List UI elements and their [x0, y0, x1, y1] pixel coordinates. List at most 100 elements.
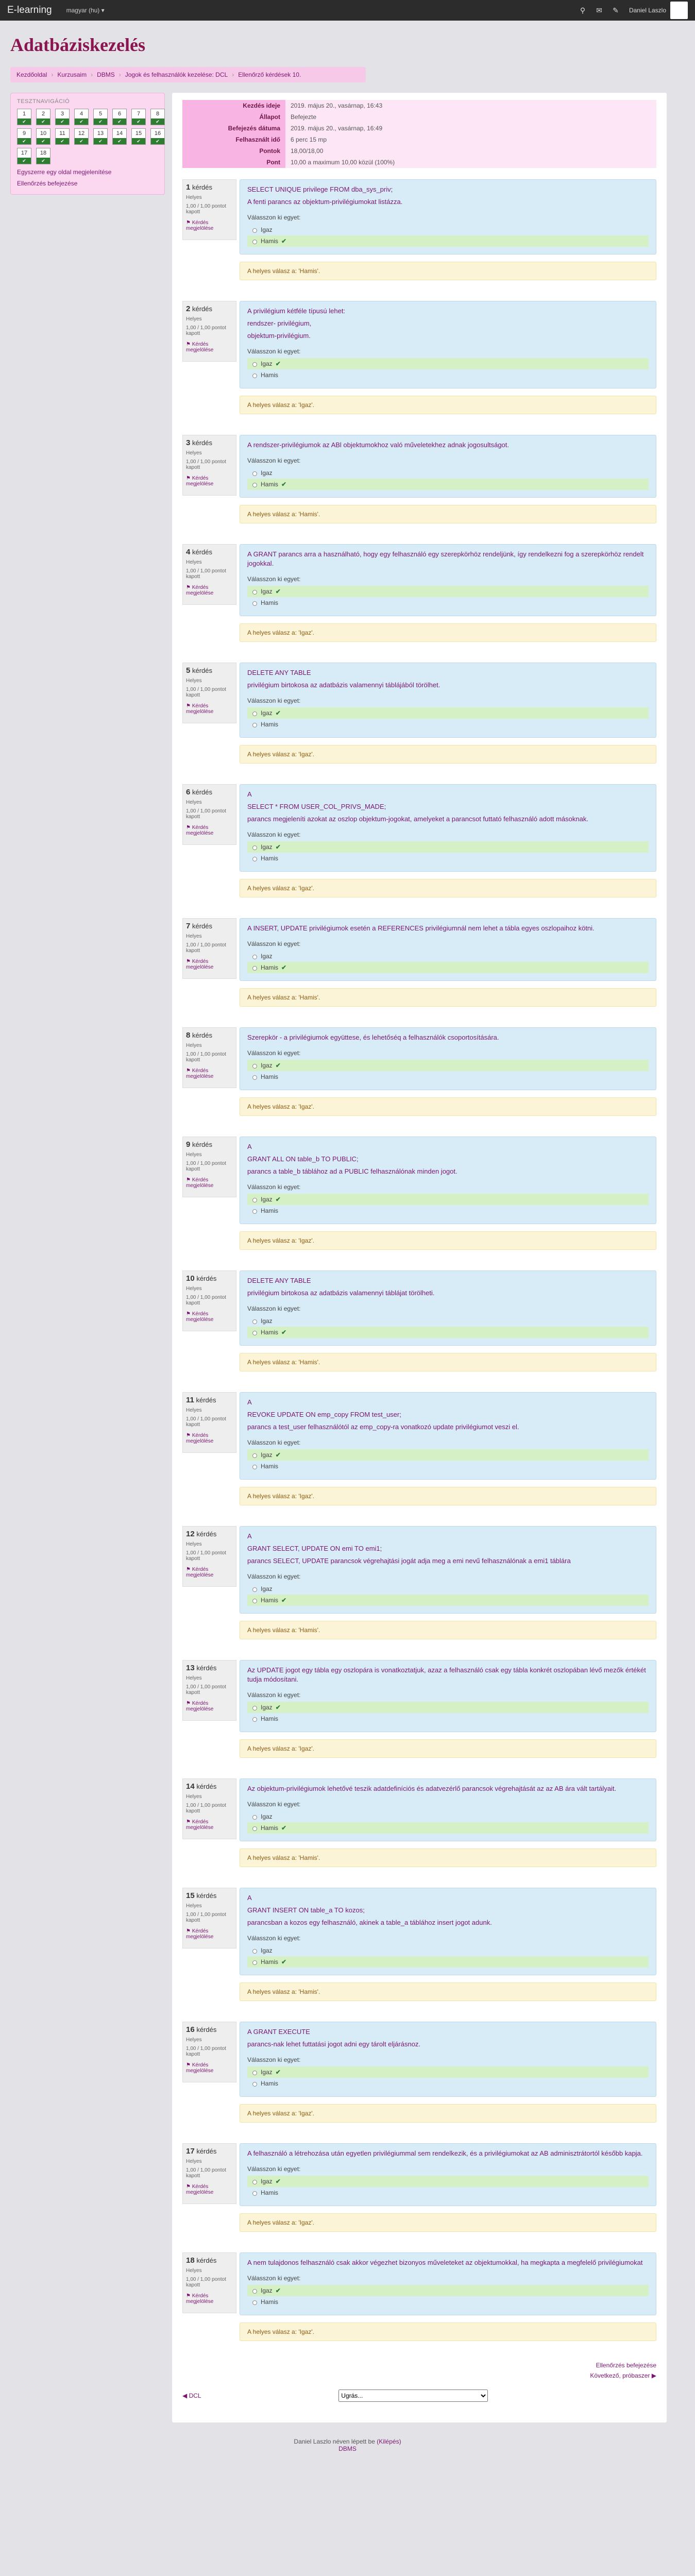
flag-question-button[interactable]: ⚑ Kérdés megjelölése: [186, 1567, 233, 1578]
answer-option[interactable]: Igaz ✔: [247, 1449, 649, 1461]
flag-question-button[interactable]: ⚑ Kérdés megjelölése: [186, 1068, 233, 1079]
question-nav-button[interactable]: 6 ✔: [112, 109, 127, 125]
flag-question-button[interactable]: ⚑ Kérdés megjelölése: [186, 220, 233, 231]
flag-question-button[interactable]: ⚑ Kérdés megjelölése: [186, 2293, 233, 2304]
answer-option[interactable]: Hamis: [247, 2296, 649, 2308]
answer-option[interactable]: Igaz ✔: [247, 1702, 649, 1713]
logged-in-text: Daniel Laszlo néven lépett be: [294, 2438, 375, 2445]
answer-option[interactable]: Igaz ✔: [247, 358, 649, 369]
answer-option[interactable]: Hamis ✔: [247, 235, 649, 247]
flag-question-button[interactable]: ⚑ Kérdés megjelölése: [186, 476, 233, 487]
language-menu[interactable]: magyar (hu) ▾: [66, 7, 105, 14]
course-link[interactable]: DBMS: [338, 2445, 357, 2452]
answer-option[interactable]: Hamis: [247, 719, 649, 730]
flag-question-button[interactable]: ⚑ Kérdés megjelölése: [186, 585, 233, 596]
flag-question-button[interactable]: ⚑ Kérdés megjelölése: [186, 1819, 233, 1831]
notifications-icon[interactable]: ✉: [594, 5, 604, 15]
answer-option[interactable]: Igaz: [247, 1945, 649, 1956]
question-nav-button[interactable]: 1 ✔: [17, 109, 31, 125]
answer-option[interactable]: Hamis: [247, 853, 649, 864]
question-nav-button[interactable]: 8 ✔: [150, 109, 165, 125]
answer-option[interactable]: Igaz: [247, 1315, 649, 1327]
question-nav-button[interactable]: 9 ✔: [17, 128, 31, 145]
question-status: Helyes: [186, 1152, 202, 1158]
question-nav-button[interactable]: 11 ✔: [55, 128, 70, 145]
answer-option[interactable]: Hamis: [247, 597, 649, 608]
answer-option[interactable]: Igaz ✔: [247, 1060, 649, 1071]
question-nav-button[interactable]: 12 ✔: [74, 128, 89, 145]
flag-question-button[interactable]: ⚑ Kérdés megjelölése: [186, 1701, 233, 1712]
answer-option[interactable]: Igaz ✔: [247, 586, 649, 597]
answer-option[interactable]: Igaz ✔: [247, 2176, 649, 2187]
previous-activity-link[interactable]: ◀ DCL: [182, 2392, 201, 2399]
flag-question-button[interactable]: ⚑ Kérdés megjelölése: [186, 1311, 233, 1323]
breadcrumb-item[interactable]: Kezdőoldal: [16, 71, 47, 78]
question-nav-button[interactable]: 2 ✔: [36, 109, 50, 125]
jump-to-select[interactable]: Ugrás...: [338, 2389, 488, 2402]
flag-question-button[interactable]: ⚑ Kérdés megjelölése: [186, 825, 233, 836]
answer-option[interactable]: Hamis: [247, 1071, 649, 1082]
feedback-box: A helyes válasz a: 'Hamis'.: [240, 988, 656, 1007]
answer-option[interactable]: Hamis: [247, 2187, 649, 2198]
answer-option[interactable]: Hamis: [247, 1461, 649, 1472]
flag-question-button[interactable]: ⚑ Kérdés megjelölése: [186, 1433, 233, 1444]
site-brand[interactable]: E-learning: [7, 5, 52, 16]
question-nav-button[interactable]: 7 ✔: [131, 109, 146, 125]
flag-question-button[interactable]: ⚑ Kérdés megjelölése: [186, 2062, 233, 2074]
question-nav-button[interactable]: 4 ✔: [74, 109, 89, 125]
breadcrumb-item[interactable]: DBMS: [97, 71, 115, 78]
answer-option[interactable]: Hamis ✔: [247, 962, 649, 973]
next-attempt-link[interactable]: Következő, próbaszer ▶: [182, 2372, 656, 2379]
answer-option[interactable]: Hamis: [247, 1713, 649, 1724]
answer-option[interactable]: Hamis ✔: [247, 1956, 649, 1968]
answer-option[interactable]: Igaz: [247, 951, 649, 962]
answer-option[interactable]: Igaz ✔: [247, 1194, 649, 1205]
question-nav-button[interactable]: 17 ✔: [17, 148, 31, 164]
answer-option[interactable]: Igaz: [247, 224, 649, 235]
question-nav-button[interactable]: 3 ✔: [55, 109, 70, 125]
answer-option[interactable]: Hamis ✔: [247, 1595, 649, 1606]
question-nav-button[interactable]: 10 ✔: [36, 128, 50, 145]
answer-option[interactable]: Hamis: [247, 2078, 649, 2089]
question-nav-button[interactable]: 5 ✔: [93, 109, 108, 125]
question-nav-button[interactable]: 16 ✔: [150, 128, 165, 145]
flag-question-button[interactable]: ⚑ Kérdés megjelölése: [186, 1177, 233, 1189]
breadcrumb-item[interactable]: Ellenőrző kérdések 10.: [238, 71, 301, 78]
answer-option[interactable]: Igaz ✔: [247, 841, 649, 853]
flag-icon: ⚑: [186, 1433, 192, 1438]
flag-question-button[interactable]: ⚑ Kérdés megjelölése: [186, 1928, 233, 1940]
question-nav-button[interactable]: 14 ✔: [112, 128, 127, 145]
flag-question-button[interactable]: ⚑ Kérdés megjelölése: [186, 2184, 233, 2195]
messages-icon[interactable]: ✎: [611, 5, 621, 15]
flag-question-button[interactable]: ⚑ Kérdés megjelölése: [186, 703, 233, 715]
answer-prompt: Válasszon ki egyet:: [247, 1183, 301, 1191]
answer-option[interactable]: Hamis ✔: [247, 479, 649, 490]
question-info: 13 kérdés Helyes 1,00 / 1,00 pontot kapott…: [182, 1660, 236, 1721]
breadcrumb-item[interactable]: Kurzusaim: [57, 71, 87, 78]
flag-question-button[interactable]: ⚑ Kérdés megjelölése: [186, 342, 233, 353]
answer-option[interactable]: Hamis: [247, 369, 649, 381]
flag-question-button[interactable]: ⚑ Kérdés megjelölése: [186, 959, 233, 970]
question-formulation: A INSERT, UPDATE privilégiumok esetén a …: [240, 918, 656, 981]
answer-option[interactable]: Igaz: [247, 1811, 649, 1822]
answer-option[interactable]: Igaz ✔: [247, 707, 649, 719]
search-icon[interactable]: ⚲: [578, 5, 588, 15]
question-nav-button[interactable]: 18 ✔: [36, 148, 50, 164]
finish-review-link[interactable]: Ellenőrzés befejezése: [17, 180, 158, 187]
question-nav-button[interactable]: 15 ✔: [131, 128, 146, 145]
question-nav-button[interactable]: 13 ✔: [93, 128, 108, 145]
answer-option[interactable]: Igaz ✔: [247, 2285, 649, 2296]
user-menu[interactable]: Daniel Laszlo: [629, 7, 666, 14]
breadcrumb-item[interactable]: Jogok és felhasználók kezelése: DCL: [125, 71, 228, 78]
answer-option[interactable]: Igaz: [247, 467, 649, 479]
answer-option[interactable]: Hamis ✔: [247, 1822, 649, 1834]
answer-option[interactable]: Hamis: [247, 1205, 649, 1216]
answer-option[interactable]: Hamis ✔: [247, 1327, 649, 1338]
logout-link[interactable]: (Kilépés): [377, 2438, 401, 2445]
avatar[interactable]: [670, 2, 688, 19]
answer-option[interactable]: Igaz: [247, 1583, 649, 1595]
finish-review-link-bottom[interactable]: Ellenőrzés befejezése: [182, 2362, 656, 2369]
show-one-page-link[interactable]: Egyszerre egy oldal megjelenítése: [17, 168, 158, 176]
question-formulation: DELETE ANY TABLE privilégium birtokosa az…: [240, 1270, 656, 1346]
answer-option[interactable]: Igaz ✔: [247, 2066, 649, 2078]
